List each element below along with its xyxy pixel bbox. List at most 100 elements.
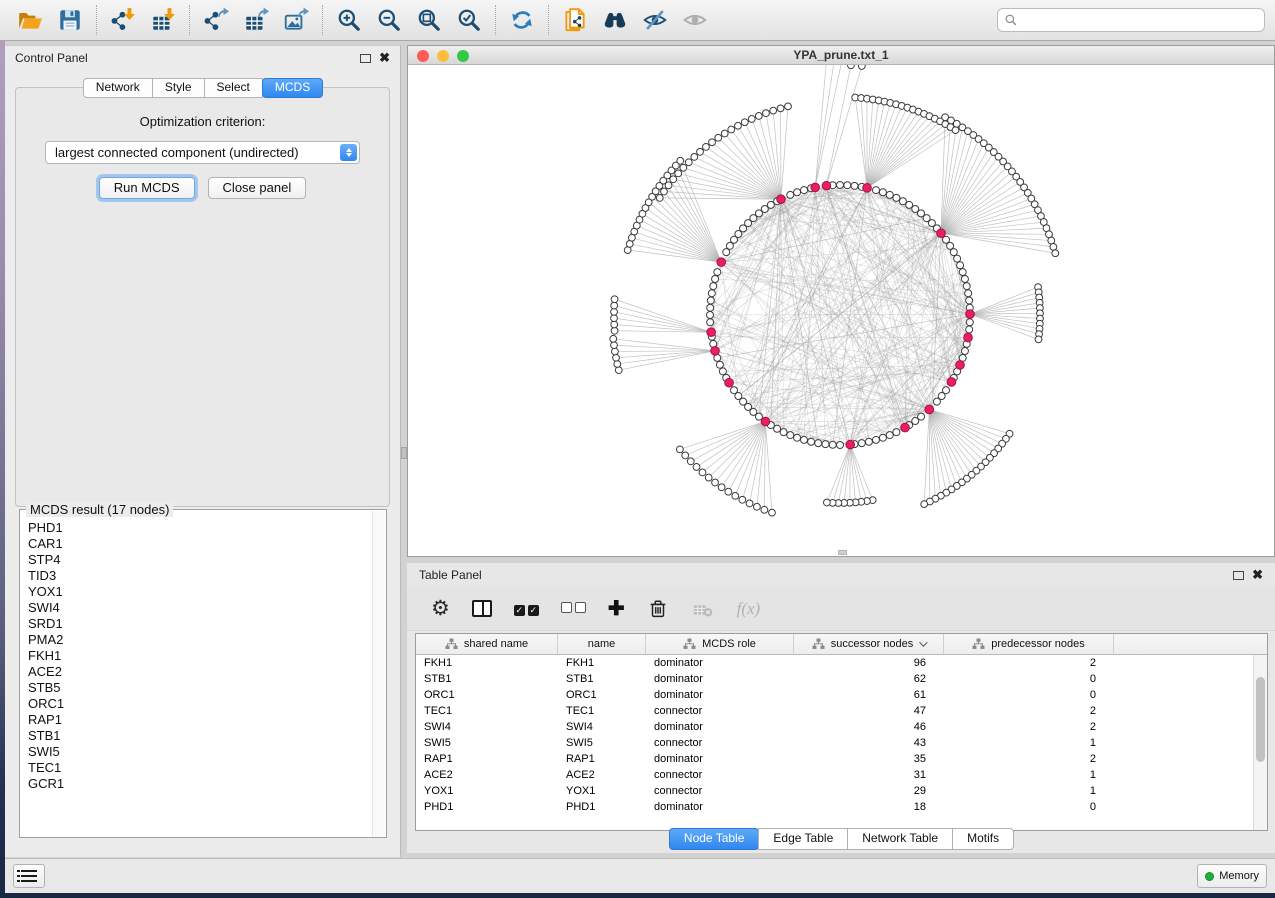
import-table-button[interactable] xyxy=(143,3,183,37)
select-all-button[interactable]: ✓✓ xyxy=(514,594,539,624)
table-cell[interactable]: connector xyxy=(646,703,794,719)
tab-network-table[interactable]: Network Table xyxy=(847,828,953,850)
table-cell[interactable]: SWI4 xyxy=(416,719,558,735)
network-from-file-button[interactable] xyxy=(555,3,595,37)
table-cell[interactable]: YOX1 xyxy=(558,783,646,799)
zoom-in-button[interactable] xyxy=(329,3,369,37)
function-builder-button[interactable]: f(x) xyxy=(737,594,761,624)
table-cell[interactable]: ORC1 xyxy=(558,687,646,703)
table-cell[interactable]: 35 xyxy=(794,751,944,767)
table-cell[interactable]: FKH1 xyxy=(416,655,558,671)
gear-button[interactable]: ⚙ xyxy=(431,594,450,624)
table-row[interactable]: ORC1ORC1dominator610 xyxy=(416,687,1267,703)
find-binoculars-button[interactable] xyxy=(595,3,635,37)
table-cell[interactable]: PHD1 xyxy=(416,799,558,815)
table-cell[interactable]: 0 xyxy=(944,671,1114,687)
window-close-icon[interactable] xyxy=(417,50,429,62)
mcds-result-item[interactable]: SWI4 xyxy=(28,600,370,616)
table-cell[interactable]: TEC1 xyxy=(416,703,558,719)
close-panel-icon[interactable]: ✖ xyxy=(379,53,390,63)
table-cell[interactable]: ACE2 xyxy=(416,767,558,783)
save-session-button[interactable] xyxy=(50,3,90,37)
table-scrollbar[interactable] xyxy=(1253,655,1267,830)
table-cell[interactable]: ACE2 xyxy=(558,767,646,783)
delete-column-button[interactable] xyxy=(647,594,669,624)
table-cell[interactable]: connector xyxy=(646,783,794,799)
table-cell[interactable]: 2 xyxy=(944,703,1114,719)
table-cell[interactable]: dominator xyxy=(646,719,794,735)
mcds-result-item[interactable]: FKH1 xyxy=(28,648,370,664)
mcds-result-item[interactable]: GCR1 xyxy=(28,776,370,792)
table-row[interactable]: PHD1PHD1dominator180 xyxy=(416,799,1267,815)
window-minimize-icon[interactable] xyxy=(437,50,449,62)
mcds-result-scrollbar[interactable] xyxy=(372,511,385,836)
table-row[interactable]: FKH1FKH1dominator962 xyxy=(416,655,1267,671)
open-file-button[interactable] xyxy=(10,3,50,37)
mcds-result-item[interactable]: TEC1 xyxy=(28,760,370,776)
network-titlebar[interactable]: YPA_prune.txt_1 xyxy=(408,46,1274,65)
close-panel-button[interactable]: Close panel xyxy=(208,177,307,199)
memory-button[interactable]: Memory xyxy=(1197,864,1267,888)
canvas-splitter-handle[interactable] xyxy=(838,550,847,555)
mcds-result-item[interactable]: PHD1 xyxy=(28,520,370,536)
table-scrollbar-thumb[interactable] xyxy=(1256,677,1265,762)
run-mcds-button[interactable]: Run MCDS xyxy=(99,177,195,199)
export-network-button[interactable] xyxy=(196,3,236,37)
table-cell[interactable]: PHD1 xyxy=(558,799,646,815)
table-cell[interactable]: dominator xyxy=(646,799,794,815)
mcds-result-item[interactable]: YOX1 xyxy=(28,584,370,600)
table-row[interactable]: STB1STB1dominator620 xyxy=(416,671,1267,687)
table-cell[interactable]: dominator xyxy=(646,655,794,671)
table-cell[interactable]: 31 xyxy=(794,767,944,783)
table-cell[interactable]: 1 xyxy=(944,783,1114,799)
table-cell[interactable]: 61 xyxy=(794,687,944,703)
column-header-successor-nodes[interactable]: successor nodes xyxy=(794,634,944,654)
task-history-button[interactable] xyxy=(13,864,45,888)
mcds-result-list[interactable]: PHD1CAR1STP4TID3YOX1SWI4SRD1PMA2FKH1ACE2… xyxy=(28,520,370,833)
table-cell[interactable]: 96 xyxy=(794,655,944,671)
tab-network[interactable]: Network xyxy=(83,78,153,98)
optimization-select[interactable]: largest connected component (undirected) xyxy=(45,141,360,164)
delete-table-button[interactable] xyxy=(691,594,715,624)
mcds-result-item[interactable]: STB5 xyxy=(28,680,370,696)
network-canvas[interactable] xyxy=(408,65,1274,556)
table-cell[interactable]: 46 xyxy=(794,719,944,735)
table-cell[interactable]: TEC1 xyxy=(558,703,646,719)
mcds-result-item[interactable]: SRD1 xyxy=(28,616,370,632)
table-cell[interactable]: 0 xyxy=(944,687,1114,703)
close-table-panel-icon[interactable]: ✖ xyxy=(1252,570,1263,580)
add-column-button[interactable]: ✚ xyxy=(608,594,625,624)
table-cell[interactable]: YOX1 xyxy=(416,783,558,799)
window-zoom-icon[interactable] xyxy=(457,50,469,62)
tab-style[interactable]: Style xyxy=(152,78,205,98)
columns-button[interactable] xyxy=(472,594,492,624)
column-header-MCDS-role[interactable]: MCDS role xyxy=(646,634,794,654)
search-box[interactable] xyxy=(997,8,1265,32)
tab-select[interactable]: Select xyxy=(204,78,263,98)
mcds-result-item[interactable]: ACE2 xyxy=(28,664,370,680)
table-cell[interactable]: dominator xyxy=(646,751,794,767)
zoom-fit-button[interactable] xyxy=(409,3,449,37)
table-cell[interactable]: 47 xyxy=(794,703,944,719)
table-cell[interactable]: connector xyxy=(646,735,794,751)
hide-details-button[interactable] xyxy=(635,3,675,37)
zoom-selected-button[interactable] xyxy=(449,3,489,37)
table-row[interactable]: SWI4SWI4dominator462 xyxy=(416,719,1267,735)
export-image-button[interactable] xyxy=(276,3,316,37)
mcds-result-item[interactable]: TID3 xyxy=(28,568,370,584)
zoom-out-button[interactable] xyxy=(369,3,409,37)
table-row[interactable]: YOX1YOX1connector291 xyxy=(416,783,1267,799)
table-cell[interactable]: 43 xyxy=(794,735,944,751)
table-cell[interactable]: SWI4 xyxy=(558,719,646,735)
table-cell[interactable]: 2 xyxy=(944,719,1114,735)
table-cell[interactable]: ORC1 xyxy=(416,687,558,703)
export-table-button[interactable] xyxy=(236,3,276,37)
table-row[interactable]: SWI5SWI5connector431 xyxy=(416,735,1267,751)
table-cell[interactable]: STB1 xyxy=(558,671,646,687)
table-cell[interactable]: 2 xyxy=(944,751,1114,767)
tab-mcds[interactable]: MCDS xyxy=(262,78,323,98)
column-header-predecessor-nodes[interactable]: predecessor nodes xyxy=(944,634,1114,654)
table-cell[interactable]: connector xyxy=(646,767,794,783)
table-cell[interactable]: 18 xyxy=(794,799,944,815)
table-cell[interactable]: RAP1 xyxy=(416,751,558,767)
